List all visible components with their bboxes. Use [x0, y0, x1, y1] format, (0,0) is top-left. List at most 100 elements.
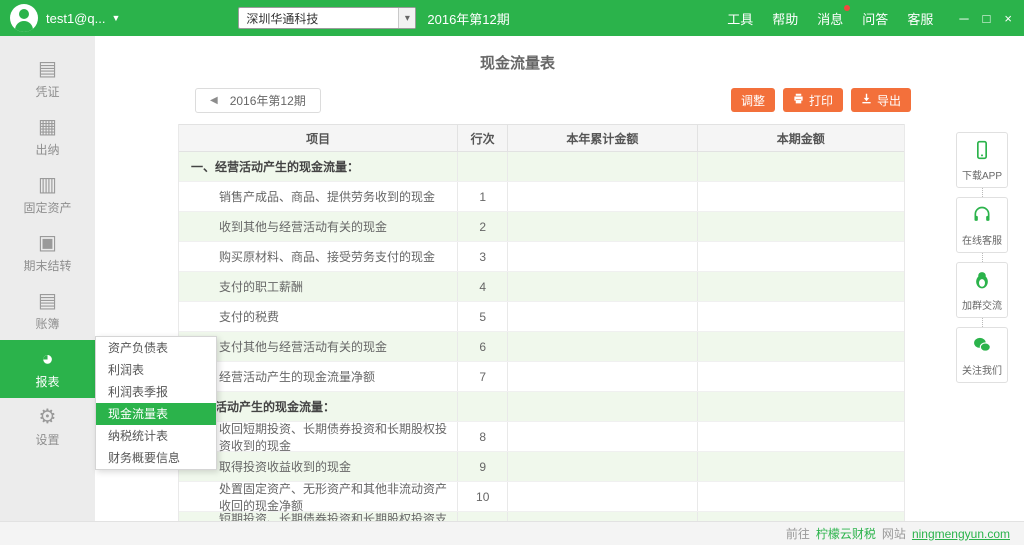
row-year-amount[interactable]	[508, 302, 697, 331]
row-period-amount[interactable]	[698, 302, 904, 331]
submenu-income-statement[interactable]: 利润表	[96, 359, 216, 381]
toolbar-actions: 调整 打印 导出	[731, 88, 911, 112]
download-app-card[interactable]: 下载APP	[956, 132, 1008, 188]
row-period-amount[interactable]	[698, 182, 904, 211]
period-selector[interactable]: ◀ 2016年第12期	[195, 88, 321, 113]
main-content: 现金流量表 ◀ 2016年第12期 调整 打印 导出	[95, 36, 940, 521]
row-year-amount[interactable]	[508, 422, 697, 451]
row-year-amount[interactable]	[508, 152, 697, 181]
table-row: 取得投资收益收到的现金 9	[179, 452, 904, 482]
row-period-amount[interactable]	[698, 332, 904, 361]
submenu-cash-flow[interactable]: 现金流量表	[96, 403, 216, 425]
cash-flow-table: 项目 行次 本年累计金额 本期金额 一、经营活动产生的现金流量： 销售产成品、商…	[178, 124, 905, 521]
row-year-amount[interactable]	[508, 452, 697, 481]
row-line: 8	[458, 422, 508, 451]
row-period-amount[interactable]	[698, 242, 904, 271]
sidebar-item-reports[interactable]: ◕ 报表	[0, 340, 95, 398]
row-item: 短期投资、长期债券投资和长期股权投资支付的现金	[179, 512, 458, 521]
row-period-amount[interactable]	[698, 512, 904, 521]
row-year-amount[interactable]	[508, 242, 697, 271]
sidebar-item-label: 凭证	[35, 83, 59, 100]
footer-brand-link[interactable]: 柠檬云财税	[816, 525, 876, 542]
sidebar-item-settings[interactable]: ⚙ 设置	[0, 398, 95, 456]
user-avatar[interactable]	[10, 4, 38, 32]
row-period-amount[interactable]	[698, 452, 904, 481]
row-item: 支付的税费	[179, 302, 458, 331]
row-period-amount[interactable]	[698, 152, 904, 181]
reports-submenu: 资产负债表 利润表 利润表季报 现金流量表 纳税统计表 财务概要信息	[95, 336, 217, 470]
qq-penguin-icon	[972, 270, 992, 293]
row-year-amount[interactable]	[508, 482, 697, 511]
footer: 前往 柠檬云财税 网站 ningmengyun.com	[0, 521, 1024, 545]
row-line	[458, 152, 508, 181]
body-row: ▤ 凭证 ▦ 出纳 ▥ 固定资产 ▣ 期末结转 ▤ 账簿 ◕ 报表	[0, 36, 1024, 521]
footer-prefix: 前往	[786, 525, 810, 542]
row-period-amount[interactable]	[698, 272, 904, 301]
username-label: test1@q...	[46, 11, 105, 26]
phone-icon	[972, 140, 992, 163]
menu-messages-label: 消息	[817, 12, 843, 27]
sidebar-item-cashier[interactable]: ▦ 出纳	[0, 108, 95, 166]
table-row: 一、经营活动产生的现金流量：	[179, 152, 904, 182]
submenu-income-quarterly[interactable]: 利润表季报	[96, 381, 216, 403]
adjust-button[interactable]: 调整	[731, 88, 775, 112]
row-year-amount[interactable]	[508, 212, 697, 241]
minimize-icon[interactable]: ─	[959, 11, 968, 26]
sidebar-item-label: 设置	[35, 431, 59, 448]
gear-icon: ⚙	[39, 407, 57, 427]
row-year-amount[interactable]	[508, 182, 697, 211]
dotted-divider	[982, 318, 983, 327]
table-row: 支付的职工薪酬 4	[179, 272, 904, 302]
follow-us-card[interactable]: 关注我们	[956, 327, 1008, 383]
menu-tools[interactable]: 工具	[727, 9, 753, 28]
row-year-amount[interactable]	[508, 272, 697, 301]
row-period-amount[interactable]	[698, 482, 904, 511]
join-group-label: 加群交流	[962, 297, 1002, 312]
row-year-amount[interactable]	[508, 392, 697, 421]
row-item: 支付的职工薪酬	[179, 272, 458, 301]
row-line: 5	[458, 302, 508, 331]
sidebar-item-fixed-assets[interactable]: ▥ 固定资产	[0, 166, 95, 224]
dotted-divider	[982, 188, 983, 197]
headset-icon	[972, 205, 992, 228]
app-window: test1@q... ▼ 深圳华通科技 ▾ 2016年第12期 工具 帮助 消息…	[0, 0, 1024, 545]
company-select[interactable]: 深圳华通科技 ▾	[238, 7, 416, 29]
sidebar: ▤ 凭证 ▦ 出纳 ▥ 固定资产 ▣ 期末结转 ▤ 账簿 ◕ 报表	[0, 36, 95, 521]
user-account-menu[interactable]: test1@q... ▼	[46, 11, 120, 26]
row-year-amount[interactable]	[508, 362, 697, 391]
download-app-label: 下载APP	[962, 167, 1002, 182]
row-period-amount[interactable]	[698, 362, 904, 391]
print-button[interactable]: 打印	[783, 88, 843, 112]
menu-messages[interactable]: 消息	[817, 9, 843, 28]
submenu-tax-statistics[interactable]: 纳税统计表	[96, 425, 216, 447]
prev-period-icon[interactable]: ◀	[210, 95, 218, 106]
row-period-amount[interactable]	[698, 392, 904, 421]
submenu-finance-summary[interactable]: 财务概要信息	[96, 447, 216, 469]
row-period-amount[interactable]	[698, 422, 904, 451]
online-service-card[interactable]: 在线客服	[956, 197, 1008, 253]
row-item: 一、经营活动产生的现金流量：	[179, 152, 458, 181]
submenu-balance-sheet[interactable]: 资产负债表	[96, 337, 216, 359]
row-year-amount[interactable]	[508, 332, 697, 361]
reports-icon: ◕	[41, 349, 53, 369]
row-line: 3	[458, 242, 508, 271]
menu-help[interactable]: 帮助	[772, 9, 798, 28]
sidebar-item-carry-forward[interactable]: ▣ 期末结转	[0, 224, 95, 282]
sidebar-item-books[interactable]: ▤ 账簿	[0, 282, 95, 340]
row-item: 处置固定资产、无形资产和其他非流动资产收回的现金净额	[179, 482, 458, 511]
maximize-icon[interactable]: □	[983, 11, 991, 26]
export-button[interactable]: 导出	[851, 88, 911, 112]
row-line: 2	[458, 212, 508, 241]
books-icon: ▤	[38, 291, 57, 311]
row-period-amount[interactable]	[698, 212, 904, 241]
footer-domain-link[interactable]: ningmengyun.com	[912, 527, 1010, 541]
menu-qa[interactable]: 问答	[862, 9, 888, 28]
close-icon[interactable]: ×	[1004, 11, 1012, 26]
join-group-card[interactable]: 加群交流	[956, 262, 1008, 318]
message-badge	[844, 5, 850, 11]
row-line: 7	[458, 362, 508, 391]
export-icon	[861, 93, 872, 107]
row-year-amount[interactable]	[508, 512, 697, 521]
sidebar-item-voucher[interactable]: ▤ 凭证	[0, 50, 95, 108]
menu-service[interactable]: 客服	[907, 9, 933, 28]
